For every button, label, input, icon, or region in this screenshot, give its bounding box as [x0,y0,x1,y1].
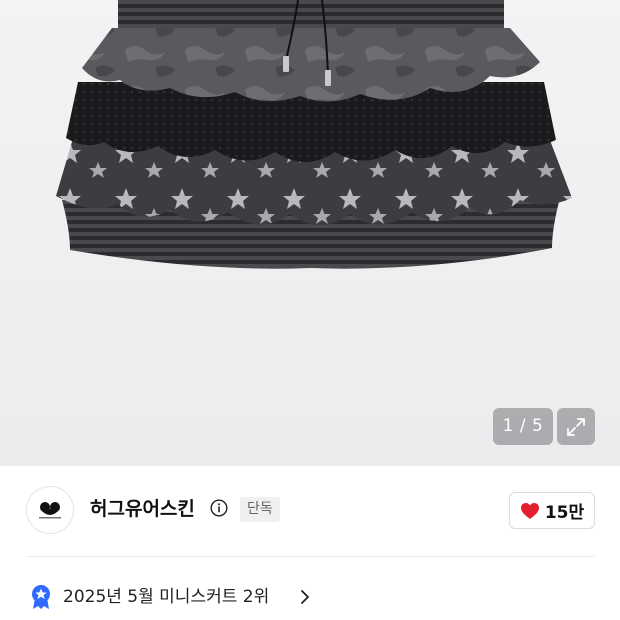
brand-logo-icon [39,502,61,519]
brand-avatar[interactable] [26,486,74,534]
exclusive-badge: 단독 [240,497,280,522]
like-button[interactable]: 15만 [509,492,595,529]
brand-row: 허그유어스킨 단독 15만 [0,466,620,556]
brand-name[interactable]: 허그유어스킨 [90,497,195,521]
ranking-badge-icon [32,585,50,609]
info-icon[interactable] [210,499,228,517]
product-image [56,0,572,269]
chevron-right-icon [301,590,309,604]
expand-button[interactable] [557,408,595,445]
heart-icon [520,502,539,519]
image-counter: 1 / 5 [493,408,553,445]
expand-icon [567,417,585,436]
like-count: 15만 [544,503,585,523]
product-image-gallery[interactable]: 1 / 5 [0,0,620,466]
divider [26,556,595,557]
ranking-link[interactable]: 2025년 5월 미니스커트 2위 [0,574,620,620]
ranking-text: 2025년 5월 미니스커트 2위 [63,587,270,607]
